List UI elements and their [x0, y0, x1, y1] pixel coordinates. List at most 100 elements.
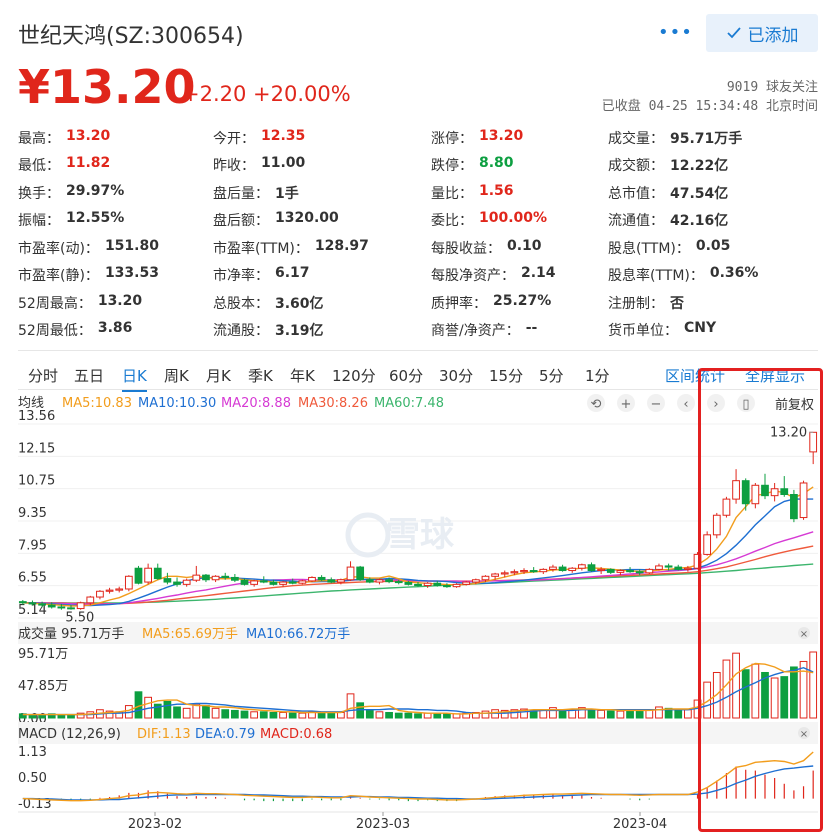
stat-value: 3.86	[97, 320, 133, 337]
stat-label: 每股净资产：	[431, 268, 515, 285]
tab-3[interactable]: 周K	[164, 365, 189, 386]
candle	[327, 579, 336, 583]
stat-value: 13.20	[66, 127, 111, 144]
dif-line	[22, 751, 814, 802]
volume-bar	[616, 710, 625, 719]
volume-bar	[67, 714, 75, 719]
tab-10[interactable]: 15分	[489, 365, 523, 386]
candle	[337, 579, 345, 583]
price-tick: 9.35	[18, 506, 47, 521]
added-label: 已添加	[747, 25, 799, 46]
tab-0[interactable]: 分时	[28, 365, 58, 386]
volume-bar	[211, 707, 220, 719]
stat-label: 流通股：	[213, 323, 269, 340]
stat-value: 12.22亿	[670, 158, 729, 175]
tab-4[interactable]: 月K	[206, 365, 231, 386]
stats-row: 振幅： 12.55% 盘后额： 1320.00 委比： 100.00% 流通值： 42.16亿	[18, 207, 818, 235]
candle	[577, 564, 586, 569]
candle	[394, 581, 403, 584]
tab-12[interactable]: 1分	[585, 365, 610, 386]
stat-value: 3.60亿	[275, 295, 324, 312]
stats-row: 52周最低： 3.86 流通股： 3.19亿 商誉/净资产： -- 货币单位： CNY	[18, 317, 818, 345]
stat-value: 0.05	[695, 237, 731, 254]
stats-grid: 最高： 13.20 今开： 12.35 涨停： 13.20 成交量： 95.71万手 最低： 11…	[18, 124, 818, 344]
volume-bar	[288, 712, 297, 719]
volume-bar	[346, 693, 355, 719]
volume-bar	[597, 709, 606, 719]
candle	[86, 596, 95, 604]
stat-item: 流通值： 42.16亿	[608, 210, 818, 230]
prev-icon[interactable]: ‹	[683, 397, 688, 412]
watermark: 雪球	[386, 515, 455, 555]
stat-label: 总市值：	[608, 185, 664, 202]
stat-item: 盘后量： 1手	[213, 183, 431, 203]
tab-11[interactable]: 5分	[539, 365, 564, 386]
stat-item: 量比： 1.56	[431, 183, 608, 203]
candle	[684, 567, 692, 570]
candle	[414, 583, 422, 587]
volume-bar	[404, 712, 413, 719]
candle	[96, 590, 104, 598]
stat-item: 股息(TTM)： 0.05	[608, 238, 818, 258]
stat-item: 市盈率(动)： 151.80	[18, 238, 213, 258]
undo-icon[interactable]: ⟲	[591, 397, 602, 412]
tab-6[interactable]: 年K	[290, 365, 315, 386]
tab-7[interactable]: 120分	[332, 365, 376, 386]
candle	[433, 582, 442, 587]
stat-item: 最高： 13.20	[18, 128, 213, 148]
candle	[597, 568, 606, 572]
candle	[124, 575, 133, 590]
stat-item: 每股收益： 0.10	[431, 238, 608, 258]
candle	[664, 565, 673, 568]
stat-item: 最低： 11.82	[18, 155, 213, 175]
candle	[655, 565, 663, 570]
zoom-in-icon[interactable]: +	[621, 397, 632, 412]
tab-8[interactable]: 60分	[389, 365, 423, 386]
candle	[76, 602, 85, 610]
volume-bar	[337, 711, 345, 719]
candle	[240, 579, 249, 585]
tab-1[interactable]: 五日	[74, 365, 104, 386]
tab-2[interactable]: 日K	[122, 365, 147, 392]
stat-item: 今开： 12.35	[213, 128, 431, 148]
stat-label: 昨收：	[213, 158, 255, 175]
ma20-legend: MA20:8.88	[221, 396, 291, 411]
stat-label: 市盈率(静)：	[18, 268, 99, 285]
candle	[230, 576, 239, 581]
follower-count: 9019 球友关注	[726, 80, 818, 95]
stat-label: 盘后额：	[213, 213, 269, 230]
stat-label: 最低：	[18, 158, 60, 175]
volume-bar	[240, 710, 249, 719]
ma30-legend: MA30:8.26	[298, 396, 368, 411]
volume-tick: 47.85万	[18, 679, 68, 694]
zoom-out-icon[interactable]: −	[651, 397, 662, 412]
more-icon[interactable]: •••	[658, 22, 693, 43]
tab-5[interactable]: 季K	[248, 365, 273, 386]
candle	[587, 564, 596, 572]
candle	[491, 573, 499, 577]
volume-bar	[558, 709, 567, 719]
volume-bar	[655, 706, 663, 719]
volume-bar	[298, 712, 307, 719]
stat-label: 流通值：	[608, 213, 664, 230]
ma5-legend: MA5:10.83	[62, 396, 132, 411]
price-tick: 6.55	[18, 571, 47, 586]
price-tick: 7.95	[18, 538, 47, 553]
candle	[539, 568, 548, 573]
candle	[144, 567, 152, 583]
stat-item: 52周最高： 13.20	[18, 293, 213, 313]
stat-label: 货币单位：	[608, 323, 678, 340]
volume-bar	[230, 709, 239, 719]
added-button[interactable]: 已添加	[706, 14, 818, 52]
stat-value: 133.53	[104, 265, 159, 282]
tab-9[interactable]: 30分	[439, 365, 473, 386]
stats-row: 市盈率(动)： 151.80 市盈率(TTM)： 128.97 每股收益： 0.10 股息(…	[18, 234, 818, 262]
stat-label: 质押率：	[431, 295, 487, 312]
candle	[134, 567, 143, 584]
stats-row: 最低： 11.82 昨收： 11.00 跌停： 8.80 成交额： 12.22亿	[18, 152, 818, 180]
candle	[298, 580, 307, 584]
candle	[500, 572, 509, 575]
stat-value: 151.80	[104, 237, 159, 254]
volume-bar	[202, 705, 210, 719]
volume-bar	[182, 707, 191, 719]
